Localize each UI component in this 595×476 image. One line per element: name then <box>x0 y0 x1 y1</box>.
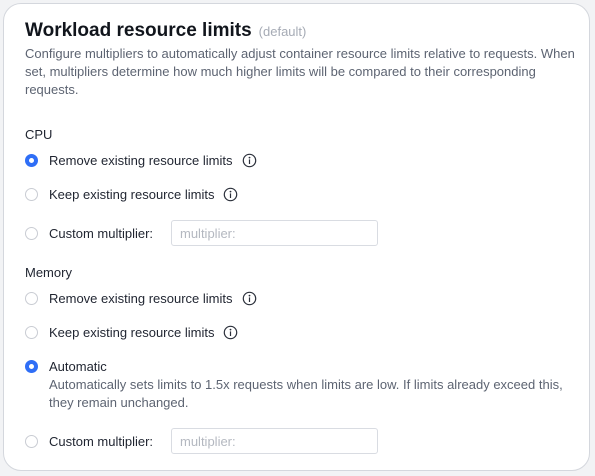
memory-keep-limits-label: Keep existing resource limits <box>49 324 215 340</box>
memory-section-label: Memory <box>25 265 72 280</box>
cpu-remove-limits-label: Remove existing resource limits <box>49 152 233 168</box>
cpu-multiplier-input[interactable] <box>171 220 378 246</box>
default-badge: (default) <box>258 24 307 39</box>
info-icon[interactable] <box>223 187 238 202</box>
memory-option-automatic[interactable]: Automatic <box>25 357 107 375</box>
memory-option-keep-limits[interactable]: Keep existing resource limits <box>25 323 238 341</box>
cpu-keep-limits-label: Keep existing resource limits <box>49 186 215 202</box>
cpu-option-remove-limits[interactable]: Remove existing resource limits <box>25 151 257 169</box>
info-icon[interactable] <box>242 153 257 168</box>
cpu-option-custom-multiplier[interactable]: Custom multiplier: <box>25 224 153 242</box>
memory-custom-multiplier-label: Custom multiplier: <box>49 433 154 449</box>
cpu-remove-limits-radio[interactable] <box>25 153 38 167</box>
memory-automatic-radio[interactable] <box>25 359 38 373</box>
cpu-keep-limits-radio[interactable] <box>25 187 38 201</box>
title-row: Workload resource limits (default) <box>25 20 306 42</box>
info-icon[interactable] <box>242 291 257 306</box>
section-description: Configure multipliers to automatically a… <box>25 46 575 97</box>
memory-automatic-label: Automatic <box>49 358 107 374</box>
memory-option-custom-multiplier[interactable]: Custom multiplier: <box>25 432 153 450</box>
memory-multiplier-input[interactable] <box>171 428 378 454</box>
memory-automatic-description: Automatically sets limits to 1.5x reques… <box>49 377 563 410</box>
cpu-custom-multiplier-label: Custom multiplier: <box>49 225 154 241</box>
page-title: Workload resource limits <box>25 20 252 41</box>
cpu-section-label: CPU <box>25 127 53 142</box>
memory-custom-multiplier-radio[interactable] <box>25 434 38 448</box>
memory-remove-limits-radio[interactable] <box>25 291 38 305</box>
memory-option-remove-limits[interactable]: Remove existing resource limits <box>25 289 257 307</box>
memory-keep-limits-radio[interactable] <box>25 325 38 339</box>
cpu-custom-multiplier-radio[interactable] <box>25 226 38 240</box>
cpu-option-keep-limits[interactable]: Keep existing resource limits <box>25 185 238 203</box>
info-icon[interactable] <box>223 325 238 340</box>
memory-remove-limits-label: Remove existing resource limits <box>49 290 233 306</box>
